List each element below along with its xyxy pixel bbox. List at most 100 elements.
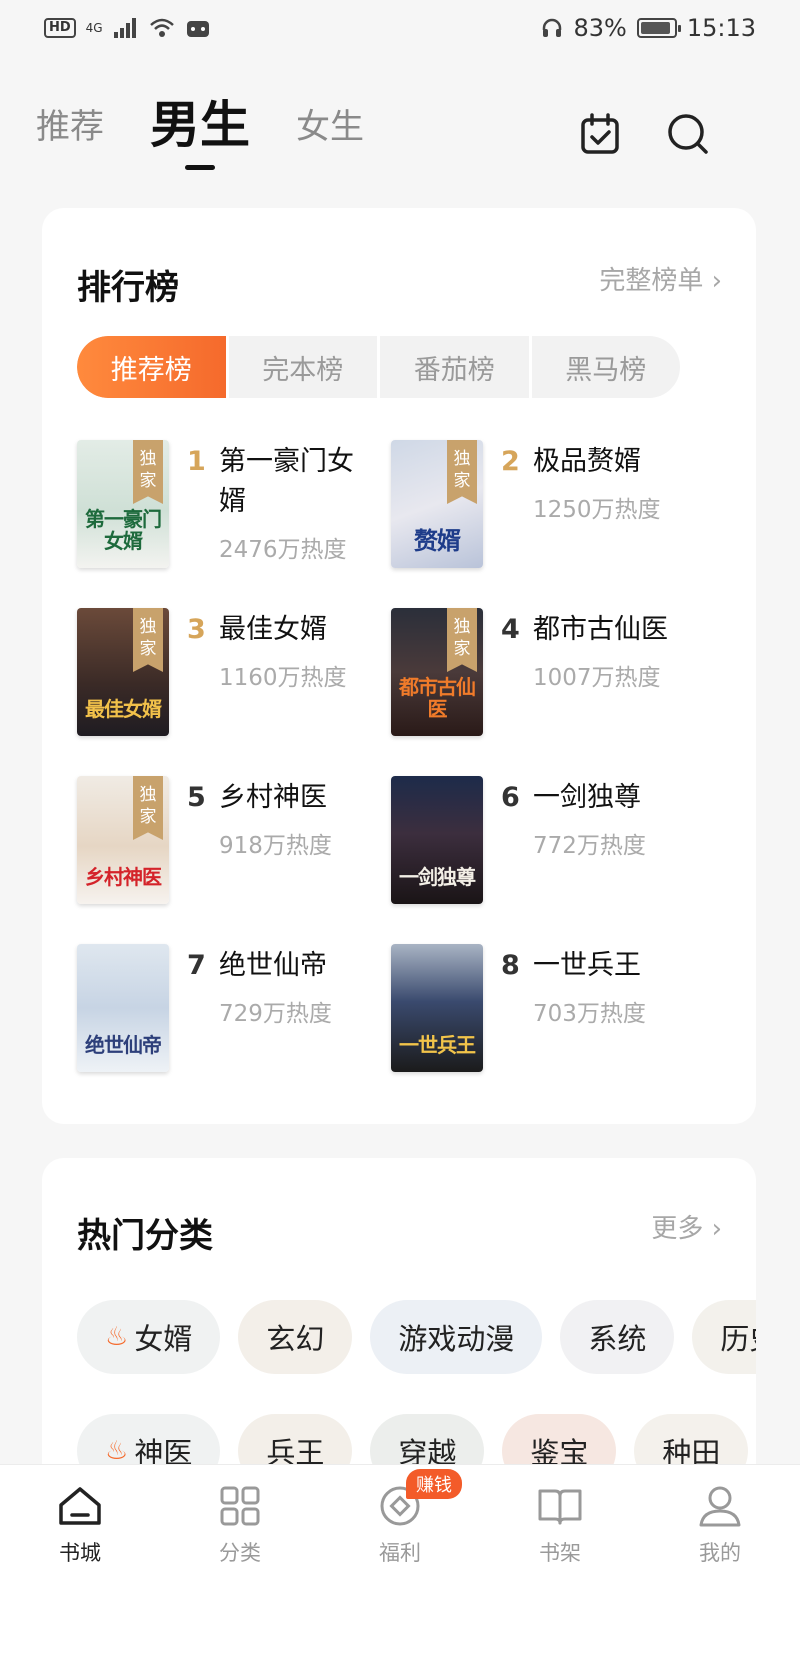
headphones-icon	[543, 18, 562, 37]
book-title: 一世兵王	[533, 950, 641, 981]
category-chip[interactable]: 玄幻	[238, 1300, 353, 1374]
book-cover[interactable]: 乡村神医 独家	[77, 776, 169, 904]
calendar-icon[interactable]	[578, 112, 622, 156]
book-heat: 1007万热度	[533, 665, 661, 691]
exclusive-tag: 独家	[447, 440, 477, 504]
category-label: 玄幻	[266, 1322, 325, 1356]
earn-badge: 赚钱	[406, 1469, 462, 1499]
book-rank: 6	[501, 782, 520, 813]
tab-completed-rank[interactable]: 完本榜	[229, 336, 380, 398]
book-item[interactable]: 一世兵王 8 一世兵王 703万热度	[391, 944, 705, 1078]
book-item[interactable]: 一剑独尊 6 一剑独尊 772万热度	[391, 776, 705, 910]
categories-more-link[interactable]: 更多 ›	[651, 1208, 722, 1245]
cover-title: 最佳女婿	[85, 697, 162, 721]
book-title: 一剑独尊	[533, 782, 641, 813]
exclusive-tag: 独家	[133, 608, 163, 672]
book-cover[interactable]: 一剑独尊	[391, 776, 483, 904]
category-label: 系统	[588, 1322, 647, 1356]
tab-male[interactable]: 男生	[150, 100, 250, 150]
nav-label: 书城	[59, 1541, 101, 1565]
book-item[interactable]: 乡村神医 独家 5 乡村神医 918万热度	[77, 776, 391, 910]
category-chip[interactable]: 系统	[560, 1300, 675, 1374]
categories-card: 热门分类 更多 › ♨ 女婿 玄幻 游戏动漫 系统 历史 ♨ 神医 兵王 穿越	[42, 1158, 756, 1488]
nav-bookshelf[interactable]: 书架	[480, 1465, 640, 1662]
bottom-nav: 书城 分类 赚钱 福利 书架 我的	[0, 1464, 800, 1662]
category-label: 女婿	[134, 1322, 193, 1356]
search-icon[interactable]	[666, 112, 710, 156]
book-cover[interactable]: 赘婿 独家	[391, 440, 483, 568]
top-tabs: 推荐 男生 女生	[36, 100, 364, 150]
tab-tomato-rank[interactable]: 番茄榜	[380, 336, 532, 398]
book-heat: 1160万热度	[219, 665, 347, 691]
ranking-title: 排行榜	[77, 268, 179, 308]
exclusive-tag: 独家	[133, 440, 163, 504]
book-cover[interactable]: 绝世仙帝	[77, 944, 169, 1072]
book-rank: 2	[501, 446, 520, 477]
book-rank: 3	[187, 614, 206, 645]
tab-recommend-rank[interactable]: 推荐榜	[77, 336, 229, 398]
categories-title: 热门分类	[77, 1216, 213, 1256]
book-title: 极品赘婿	[533, 446, 641, 477]
category-chip[interactable]: 历史	[692, 1300, 756, 1374]
tab-recommend[interactable]: 推荐	[36, 110, 104, 150]
cover-title: 绝世仙帝	[85, 1033, 162, 1057]
category-chip[interactable]: 游戏动漫	[370, 1300, 543, 1374]
book-rank: 8	[501, 950, 520, 981]
user-icon	[699, 1486, 741, 1527]
book-title: 第一豪门女婿	[219, 446, 354, 517]
book-heat: 729万热度	[219, 1001, 332, 1027]
book-cover[interactable]: 一世兵王	[391, 944, 483, 1072]
battery-percent: 83%	[573, 14, 627, 42]
battery-icon	[636, 18, 681, 38]
wifi-icon	[149, 18, 174, 37]
nav-profile[interactable]: 我的	[640, 1465, 800, 1662]
tab-darkhorse-rank[interactable]: 黑马榜	[532, 336, 681, 398]
book-title: 都市古仙医	[533, 614, 668, 645]
category-chip[interactable]: ♨ 女婿	[77, 1300, 221, 1374]
book-item[interactable]: 赘婿 独家 2 极品赘婿 1250万热度	[391, 440, 705, 574]
nav-label: 福利	[379, 1541, 421, 1565]
flame-icon: ♨	[105, 1436, 129, 1466]
book-heat: 918万热度	[219, 833, 332, 859]
nav-category[interactable]: 分类	[160, 1465, 320, 1662]
flame-icon: ♨	[105, 1322, 129, 1352]
book-title: 乡村神医	[219, 782, 327, 813]
nav-bookstore[interactable]: 书城	[0, 1465, 160, 1662]
book-item[interactable]: 第一豪门女婿 独家 1 第一豪门女婿 2476万热度	[77, 440, 391, 574]
book-rank: 1	[187, 446, 206, 477]
book-item[interactable]: 都市古仙医 独家 4 都市古仙医 1007万热度	[391, 608, 705, 742]
book-item[interactable]: 绝世仙帝 7 绝世仙帝 729万热度	[77, 944, 391, 1078]
network-type: 4G	[85, 21, 103, 35]
book-rank: 7	[187, 950, 206, 981]
cover-title: 一世兵王	[399, 1033, 476, 1057]
status-right: 83% 15:13	[541, 14, 756, 42]
nav-label: 我的	[699, 1541, 741, 1565]
book-cover[interactable]: 最佳女婿 独家	[77, 608, 169, 736]
book-cover[interactable]: 都市古仙医 独家	[391, 608, 483, 736]
exclusive-tag: 独家	[447, 608, 477, 672]
book-title: 绝世仙帝	[219, 950, 327, 981]
grid-icon	[220, 1486, 260, 1526]
nav-label: 书架	[539, 1541, 581, 1565]
book-heat: 772万热度	[533, 833, 646, 859]
book-item[interactable]: 最佳女婿 独家 3 最佳女婿 1160万热度	[77, 608, 391, 742]
book-title: 最佳女婿	[219, 614, 327, 645]
category-label: 游戏动漫	[398, 1322, 515, 1356]
clock: 15:13	[686, 14, 756, 42]
ranking-card: 排行榜 完整榜单 › 推荐榜 完本榜 番茄榜 黑马榜 第一豪门女婿 独家 1 第…	[42, 208, 756, 1124]
book-heat: 703万热度	[533, 1001, 646, 1027]
tab-female[interactable]: 女生	[296, 110, 364, 150]
book-cover[interactable]: 第一豪门女婿 独家	[77, 440, 169, 568]
full-ranking-link[interactable]: 完整榜单 ›	[599, 260, 722, 297]
cover-title: 一剑独尊	[399, 865, 476, 889]
cover-title: 乡村神医	[85, 865, 162, 889]
nav-welfare[interactable]: 赚钱 福利	[320, 1465, 480, 1662]
game-controller-icon	[186, 21, 209, 37]
nav-label: 分类	[219, 1541, 261, 1565]
home-icon	[59, 1487, 101, 1525]
cover-title: 第一豪门女婿	[85, 507, 162, 553]
status-left: HD 4G	[44, 17, 211, 39]
exclusive-tag: 独家	[133, 776, 163, 840]
book-heat: 1250万热度	[533, 497, 661, 523]
cover-title: 都市古仙医	[399, 675, 476, 721]
